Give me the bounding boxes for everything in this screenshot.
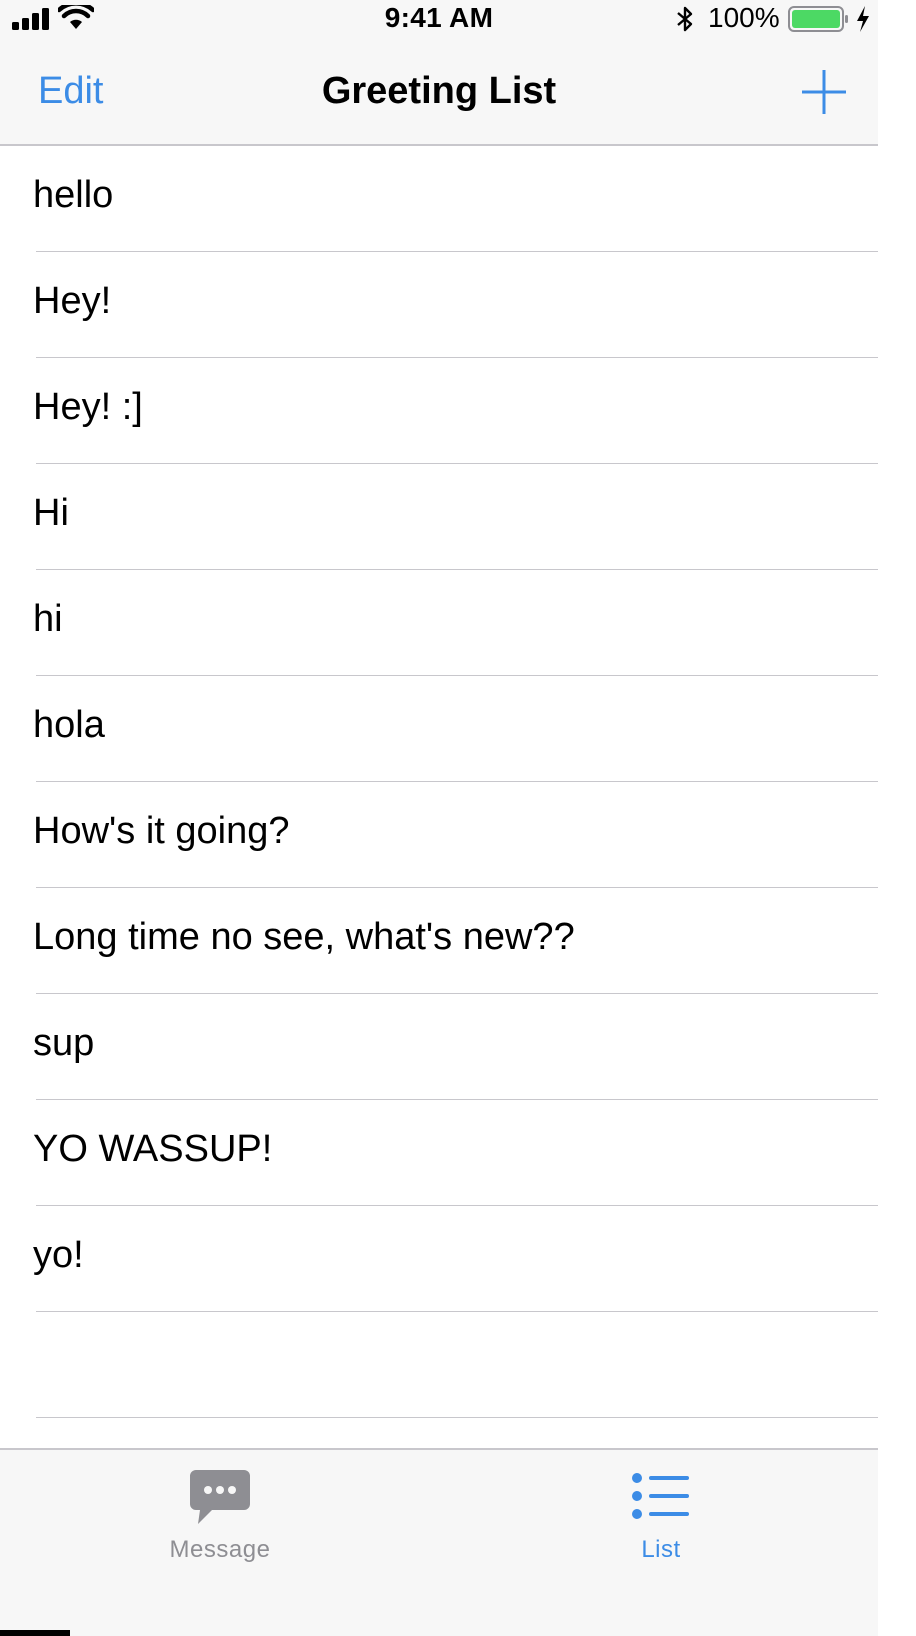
tab-label: List <box>641 1536 681 1563</box>
page-title: Greeting List <box>321 70 557 112</box>
list-item[interactable]: Hi <box>0 464 878 570</box>
list-item-label: How's it going? <box>33 810 290 852</box>
list-item[interactable]: yo! <box>0 1206 878 1312</box>
message-bubble-icon <box>190 1470 250 1524</box>
list-item[interactable]: hi <box>0 570 878 676</box>
screen: 9:41 AM 100% Edit Greeting List hello He… <box>0 0 878 1636</box>
list-item-label: yo! <box>33 1234 84 1276</box>
tab-label: Message <box>169 1536 271 1563</box>
list-item-label: hola <box>33 704 105 746</box>
list-icon <box>632 1473 689 1519</box>
list-item[interactable]: hello <box>0 146 878 252</box>
list-item-label: Hey! <box>33 280 112 322</box>
greeting-list: hello Hey! Hey! :] Hi hi hola How's it g… <box>0 146 878 1448</box>
plus-icon <box>802 70 846 114</box>
list-item-label: hi <box>33 598 63 640</box>
list-item[interactable]: How's it going? <box>0 782 878 888</box>
list-item-label: Long time no see, what's new?? <box>33 916 575 958</box>
tab-message[interactable]: Message <box>140 1450 300 1570</box>
list-item-label: hello <box>33 174 114 216</box>
list-item[interactable]: Hey! :] <box>0 358 878 464</box>
empty-list-row <box>0 1312 878 1418</box>
list-item[interactable]: Hey! <box>0 252 878 358</box>
battery-icon <box>788 6 848 32</box>
list-item-label: Hi <box>33 492 69 534</box>
battery-percent: 100% <box>708 2 780 33</box>
list-item[interactable]: sup <box>0 994 878 1100</box>
charging-bolt-icon <box>857 6 869 32</box>
tab-bar: Message List <box>0 1448 878 1636</box>
list-item-label: YO WASSUP! <box>33 1128 273 1170</box>
tab-list[interactable]: List <box>581 1450 741 1570</box>
navigation-bar: 9:41 AM 100% Edit Greeting List <box>0 0 878 146</box>
bluetooth-icon <box>677 6 693 32</box>
list-item-label: sup <box>33 1022 95 1064</box>
list-item[interactable]: YO WASSUP! <box>0 1100 878 1206</box>
status-bar: 9:41 AM 100% <box>0 0 878 40</box>
list-item-label: Hey! :] <box>33 386 143 428</box>
add-button[interactable] <box>800 68 848 116</box>
list-item[interactable]: hola <box>0 676 878 782</box>
home-indicator <box>0 1630 70 1636</box>
list-item[interactable]: Long time no see, what's new?? <box>0 888 878 994</box>
background-strip <box>878 0 916 1636</box>
